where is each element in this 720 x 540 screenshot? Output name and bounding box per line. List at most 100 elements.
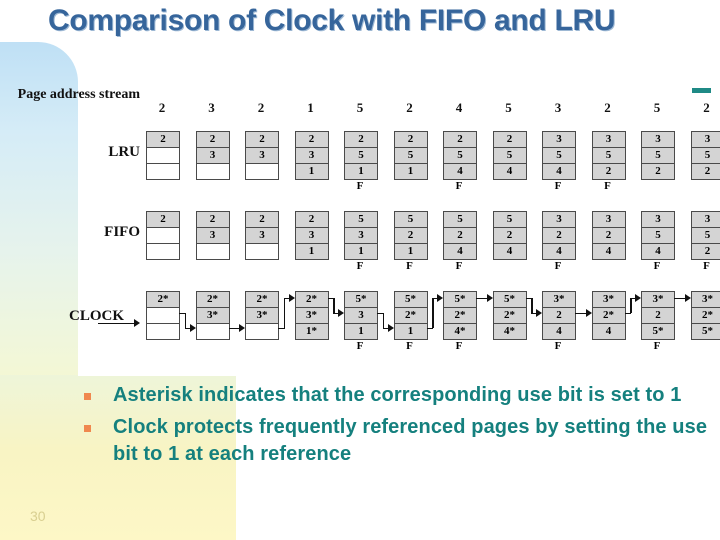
page-fault-marker: F — [356, 180, 364, 192]
frame-cell: 2 — [147, 212, 179, 228]
frame-cell: 3 — [345, 228, 377, 244]
frame-cell: 2 — [295, 132, 328, 148]
accent-dash-icon — [692, 88, 711, 93]
frame-cell: 5 — [592, 148, 625, 164]
frame-cell-empty — [246, 324, 278, 339]
frame-stack: 5* 2* 4* — [443, 291, 477, 340]
frame-cell: 2 — [642, 164, 674, 179]
frame-cell-empty — [196, 164, 229, 179]
frame-stack: 324 — [542, 211, 576, 260]
frame-cell: 1 — [345, 164, 377, 179]
frame-stack: 3* 2 4 — [542, 291, 576, 340]
stream-reference: 5 — [653, 100, 661, 115]
frame-cell: 1 — [394, 324, 427, 339]
frame-cell: 2 — [394, 228, 427, 244]
page-fault-marker: F — [455, 260, 463, 272]
frame-cell: 5* — [691, 324, 720, 339]
page-fault-marker: F — [554, 260, 562, 272]
page-fault-marker: F — [653, 260, 661, 272]
frame-cell: 3* — [246, 308, 278, 324]
bullet-item: Clock protects frequently referenced pag… — [84, 414, 716, 469]
frame-cell: 3 — [691, 212, 720, 228]
frame-cell: 3* — [196, 308, 229, 324]
frame-stack: 524 — [492, 211, 527, 260]
frame-cell: 3 — [295, 148, 328, 164]
frame-cell: 3 — [246, 228, 278, 244]
frame-cell: 1 — [394, 244, 427, 259]
frame-stack: 524 — [443, 211, 477, 260]
frame-stack: 5* 2* 1 — [393, 291, 428, 340]
frame-cell-empty — [246, 164, 278, 179]
page-title: Comparison of Clock with FIFO and LRU — [48, 4, 616, 37]
frame-stack: 2 — [146, 131, 180, 180]
frame-stack: 23 — [245, 131, 279, 180]
frame-stack: 354 — [542, 131, 576, 180]
frame-cell: 2 — [147, 132, 179, 148]
row-label-fifo: FIFO — [104, 224, 140, 240]
frame-cell: 1* — [295, 324, 328, 339]
stream-reference: 3 — [554, 100, 562, 115]
bullet-item: Asterisk indicates that the correspondin… — [84, 382, 716, 410]
frame-cell: 2 — [246, 212, 278, 228]
frame-cell: 3* — [543, 292, 575, 308]
frame-stack: 23 — [245, 211, 279, 260]
frame-cell: 2* — [691, 308, 720, 324]
frame-cell: 2 — [642, 308, 674, 324]
frame-cell: 2 — [592, 164, 625, 179]
page-fault-marker: F — [554, 180, 562, 192]
frame-cell: 4* — [493, 324, 526, 339]
frame-cell: 5 — [394, 212, 427, 228]
frame-stack: 521 — [393, 211, 428, 260]
frame-cell: 2 — [196, 212, 229, 228]
frame-cell: 2 — [345, 132, 377, 148]
frame-cell: 3* — [642, 292, 674, 308]
frame-stack: 254 — [443, 131, 477, 180]
stream-reference: 2 — [406, 100, 413, 115]
stream-reference: 5 — [356, 100, 364, 115]
frame-cell: 3 — [642, 212, 674, 228]
page-fault-marker: F — [455, 340, 463, 352]
frame-cell-empty — [196, 244, 229, 259]
frame-cell: 3 — [543, 212, 575, 228]
frame-stack: 23 — [195, 131, 230, 180]
frame-stack: 231 — [294, 211, 329, 260]
frame-cell: 5 — [345, 148, 377, 164]
frame-cell: 3 — [196, 148, 229, 164]
frame-cell: 2 — [444, 132, 476, 148]
frame-cell: 3* — [592, 292, 625, 308]
bullet-square-icon — [84, 393, 91, 400]
frame-cell: 3 — [642, 132, 674, 148]
frame-stack: 352 — [690, 211, 720, 260]
frame-cell: 4* — [444, 324, 476, 339]
frame-cell: 5* — [642, 324, 674, 339]
frame-cell: 2 — [493, 132, 526, 148]
frame-stack: 2* 3* — [245, 291, 279, 340]
frame-cell: 2 — [543, 308, 575, 324]
frame-cell: 3 — [592, 132, 625, 148]
frame-cell-empty — [147, 308, 179, 324]
frame-stack: 2* — [146, 291, 180, 340]
stream-reference: 2 — [257, 100, 265, 115]
frame-cell: 1 — [295, 244, 328, 259]
frame-stack: 23 — [195, 211, 230, 260]
frame-cell-empty — [147, 148, 179, 164]
frame-cell-empty — [147, 244, 179, 259]
stream-reference: 2 — [703, 100, 710, 115]
frame-cell: 4 — [642, 244, 674, 259]
frame-cell: 2* — [493, 308, 526, 324]
frame-cell: 5 — [493, 212, 526, 228]
frame-cell: 4 — [543, 244, 575, 259]
row-label-page-address-stream: Page address stream — [17, 87, 140, 102]
frame-cell: 5* — [345, 292, 377, 308]
bullet-text: Asterisk indicates that the correspondin… — [113, 384, 682, 406]
frame-cell: 4 — [543, 164, 575, 179]
stream-reference: 1 — [307, 100, 314, 115]
bullet-square-icon — [84, 424, 91, 432]
stream-reference: 5 — [505, 100, 512, 115]
frame-cell: 5 — [691, 148, 720, 164]
bullet-text: Clock protects frequently referenced pag… — [113, 415, 708, 466]
frame-cell: 2* — [147, 292, 179, 308]
frame-cell: 2* — [394, 308, 427, 324]
frame-stack: 352 — [641, 131, 675, 180]
frame-cell-empty — [147, 228, 179, 244]
